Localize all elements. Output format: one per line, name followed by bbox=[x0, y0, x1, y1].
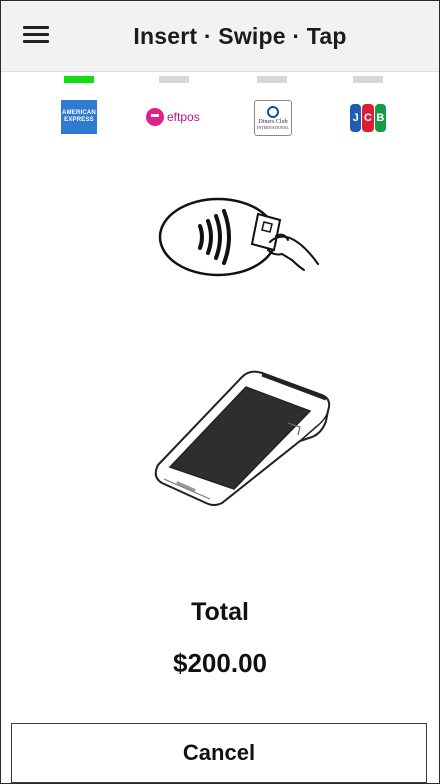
brand-diners: Diners Club INTERNATIONAL bbox=[240, 74, 304, 144]
total-label: Total bbox=[191, 598, 249, 626]
jcb-logo-icon: J C B bbox=[350, 104, 386, 132]
brand-indicator bbox=[257, 76, 287, 83]
diners-club-logo-icon: Diners Club INTERNATIONAL bbox=[254, 100, 292, 136]
payment-terminal-icon bbox=[154, 370, 331, 506]
brand-indicator bbox=[159, 76, 189, 83]
eftpos-logo-icon: eftpos bbox=[146, 100, 216, 134]
cancel-button[interactable]: Cancel bbox=[11, 723, 427, 783]
page-title: Insert · Swipe · Tap bbox=[133, 22, 347, 49]
brand-jcb: J C B bbox=[336, 74, 400, 144]
eftpos-mark-icon bbox=[146, 108, 164, 126]
total-amount: $200.00 bbox=[173, 648, 267, 678]
hamburger-menu-icon[interactable] bbox=[23, 23, 49, 47]
amex-logo-icon: AMERICAN EXPRESS bbox=[61, 100, 97, 134]
brand-indicator bbox=[353, 76, 383, 83]
app-header: Insert · Swipe · Tap bbox=[1, 1, 439, 72]
brand-indicator-active bbox=[64, 76, 94, 83]
brand-eftpos: eftpos bbox=[142, 74, 206, 144]
contactless-tap-icon bbox=[158, 197, 319, 277]
card-brand-row: AMERICAN EXPRESS eftpos Diners Club INTE… bbox=[0, 74, 440, 144]
brand-amex: AMERICAN EXPRESS bbox=[47, 74, 111, 144]
